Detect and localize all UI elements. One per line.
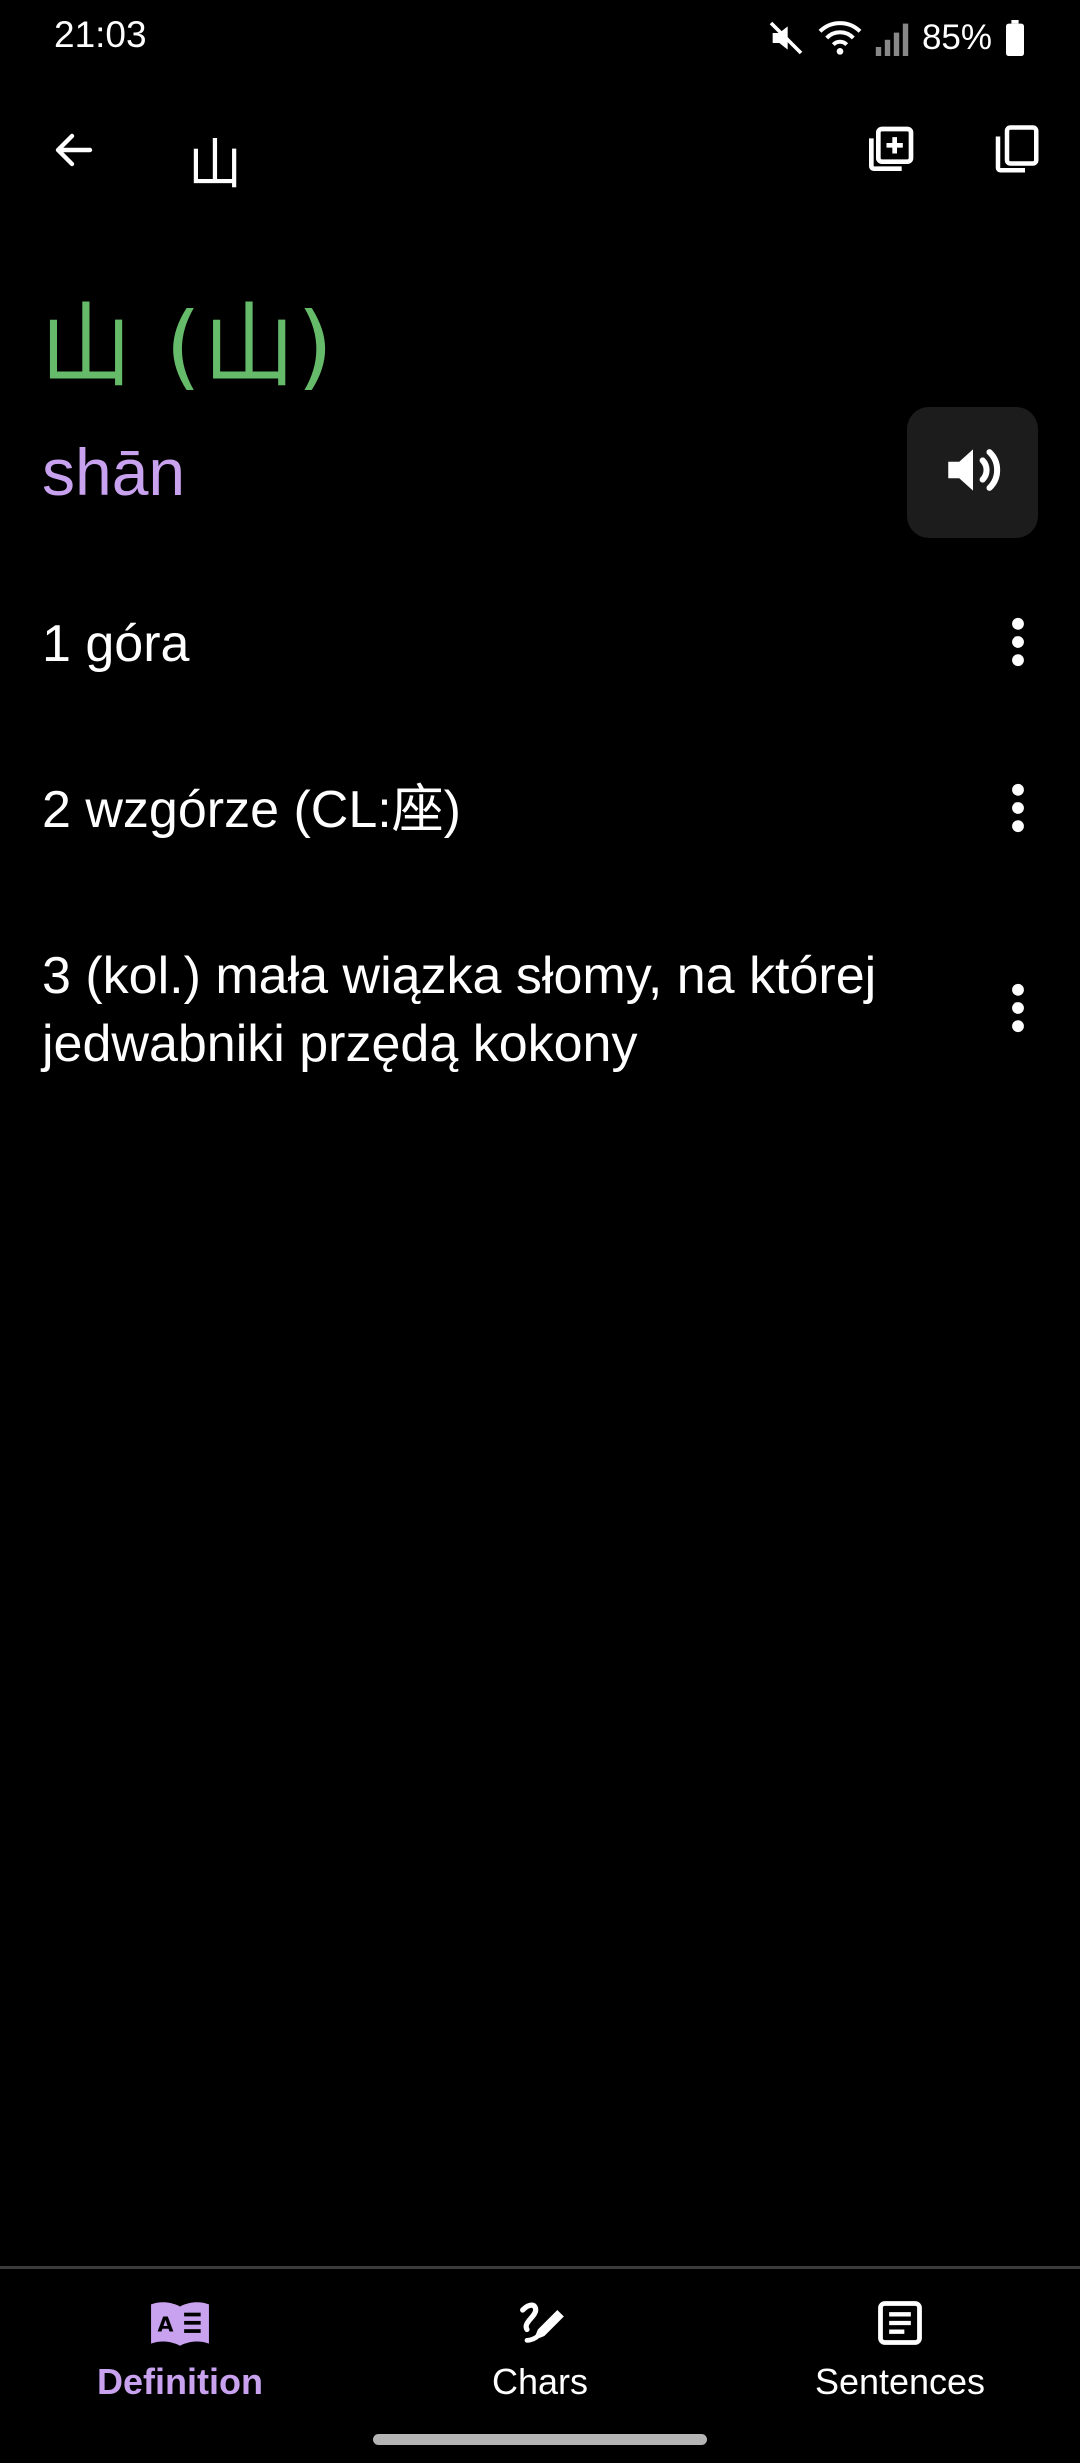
word-headline: 山 (山) — [40, 293, 336, 400]
add-to-deck-icon — [862, 122, 918, 183]
battery-percentage: 85% — [921, 18, 992, 57]
nav-tab-chars[interactable]: Chars — [360, 2269, 720, 2419]
definition-item[interactable]: 1 góra — [42, 610, 1038, 678]
definition-text: 2 wzgórze (CL:座) — [42, 781, 461, 839]
battery-icon — [1004, 20, 1026, 56]
add-to-deck-button[interactable] — [852, 114, 928, 190]
definition-more-button[interactable] — [988, 604, 1048, 684]
play-audio-button[interactable] — [907, 407, 1038, 538]
dictionary-book-icon: A — [149, 2295, 211, 2351]
wifi-icon — [818, 18, 862, 58]
copy-button[interactable] — [978, 114, 1054, 190]
status-icons: 85% — [766, 14, 1026, 62]
status-time: 21:03 — [54, 14, 147, 55]
definition-text: 3 (kol.) mała wiązka słomy, na której je… — [42, 947, 877, 1073]
mute-icon — [766, 18, 806, 58]
back-button[interactable] — [36, 114, 112, 190]
home-indicator[interactable] — [373, 2434, 707, 2445]
more-vert-icon — [1011, 617, 1025, 672]
speaker-icon — [940, 437, 1006, 508]
signal-icon — [874, 18, 910, 58]
definition-item[interactable]: 2 wzgórze (CL:座) — [42, 776, 1038, 844]
svg-text:A: A — [158, 2312, 174, 2336]
pinyin: shān — [42, 435, 186, 509]
definition-item[interactable]: 3 (kol.) mała wiązka słomy, na której je… — [42, 942, 1038, 1078]
back-arrow-icon — [50, 126, 98, 179]
nav-label-chars: Chars — [491, 2361, 589, 2402]
nav-label-sentences: Sentences — [814, 2361, 986, 2402]
status-bar: 21:03 85% — [0, 0, 1080, 76]
top-app-bar: 山 — [0, 100, 1080, 200]
definition-text: 1 góra — [42, 615, 190, 673]
nav-tab-sentences[interactable]: Sentences — [720, 2269, 1080, 2419]
nav-tab-definition[interactable]: A Definition — [0, 2269, 360, 2419]
more-vert-icon — [1011, 783, 1025, 838]
definition-more-button[interactable] — [988, 970, 1048, 1050]
sentences-list-icon — [874, 2295, 926, 2351]
brush-stroke-icon — [514, 2295, 566, 2351]
more-vert-icon — [1011, 983, 1025, 1038]
page-title: 山 — [188, 133, 242, 196]
definition-more-button[interactable] — [988, 770, 1048, 850]
nav-label-definition: Definition — [97, 2361, 263, 2402]
copy-icon — [989, 123, 1043, 182]
